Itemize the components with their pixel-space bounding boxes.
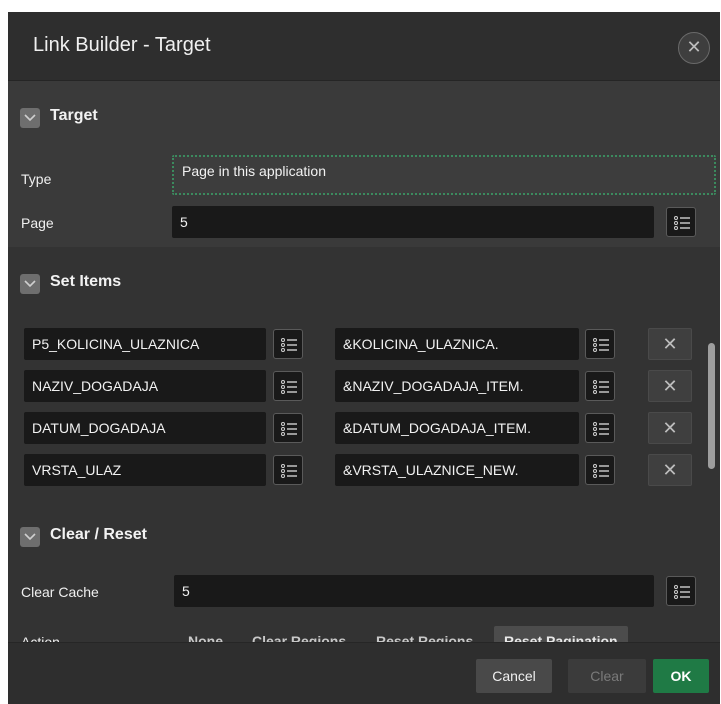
target-section-title: Target	[50, 107, 98, 124]
item-value-field[interactable]: &VRSTA_ULAZNICE_NEW.	[335, 454, 579, 486]
page-field[interactable]: 5	[172, 206, 654, 238]
item-value-list-button[interactable]	[585, 413, 615, 443]
list-icon	[281, 464, 297, 478]
list-icon	[674, 585, 690, 599]
item-name-field[interactable]: NAZIV_DOGADAJA	[24, 370, 266, 402]
list-icon	[593, 464, 609, 478]
list-icon	[674, 216, 690, 230]
clear-cache-list-button[interactable]	[666, 576, 696, 606]
page-list-button[interactable]	[666, 207, 696, 237]
list-icon	[281, 380, 297, 394]
delete-icon: ✕	[662, 376, 678, 396]
item-name-list-button[interactable]	[273, 329, 303, 359]
list-icon	[593, 422, 609, 436]
clear-button[interactable]: Clear	[568, 659, 646, 693]
close-icon: ✕	[686, 37, 702, 57]
dialog-header: Link Builder - Target ✕	[8, 12, 720, 81]
link-builder-dialog: Link Builder - Target ✕ Target Type Page…	[8, 12, 720, 704]
item-value-list-button[interactable]	[585, 371, 615, 401]
page-label: Page	[21, 215, 54, 231]
clear-reset-section-title: Clear / Reset	[50, 526, 147, 543]
delete-row-button[interactable]: ✕	[648, 370, 692, 402]
item-name-list-button[interactable]	[273, 371, 303, 401]
item-value-field[interactable]: &DATUM_DOGADAJA_ITEM.	[335, 412, 579, 444]
chevron-down-icon	[20, 274, 40, 294]
item-value-list-button[interactable]	[585, 329, 615, 359]
item-value-field[interactable]: &NAZIV_DOGADAJA_ITEM.	[335, 370, 579, 402]
ok-button[interactable]: OK	[653, 659, 709, 693]
item-name-field[interactable]: DATUM_DOGADAJA	[24, 412, 266, 444]
chevron-down-icon	[20, 108, 40, 128]
delete-icon: ✕	[662, 334, 678, 354]
list-icon	[281, 422, 297, 436]
delete-row-button[interactable]: ✕	[648, 454, 692, 486]
type-field[interactable]: Page in this application	[172, 155, 716, 195]
item-name-list-button[interactable]	[273, 413, 303, 443]
list-icon	[593, 338, 609, 352]
clear-cache-label: Clear Cache	[21, 584, 99, 600]
delete-icon: ✕	[662, 418, 678, 438]
clear-cache-field[interactable]: 5	[174, 575, 654, 607]
set-items-section-title: Set Items	[50, 273, 122, 290]
list-icon	[281, 338, 297, 352]
delete-row-button[interactable]: ✕	[648, 328, 692, 360]
dialog-footer: Cancel Clear OK	[8, 642, 720, 704]
dialog-title: Link Builder - Target	[33, 34, 211, 56]
scrollbar-thumb[interactable]	[708, 343, 715, 469]
item-name-list-button[interactable]	[273, 455, 303, 485]
type-label: Type	[21, 171, 52, 187]
close-button[interactable]: ✕	[678, 32, 710, 64]
item-name-field[interactable]: VRSTA_ULAZ	[24, 454, 266, 486]
item-value-field[interactable]: &KOLICINA_ULAZNICA.	[335, 328, 579, 360]
chevron-down-icon	[20, 527, 40, 547]
delete-icon: ✕	[662, 460, 678, 480]
delete-row-button[interactable]: ✕	[648, 412, 692, 444]
item-name-field[interactable]: P5_KOLICINA_ULAZNICA	[24, 328, 266, 360]
cancel-button[interactable]: Cancel	[476, 659, 552, 693]
list-icon	[593, 380, 609, 394]
item-value-list-button[interactable]	[585, 455, 615, 485]
